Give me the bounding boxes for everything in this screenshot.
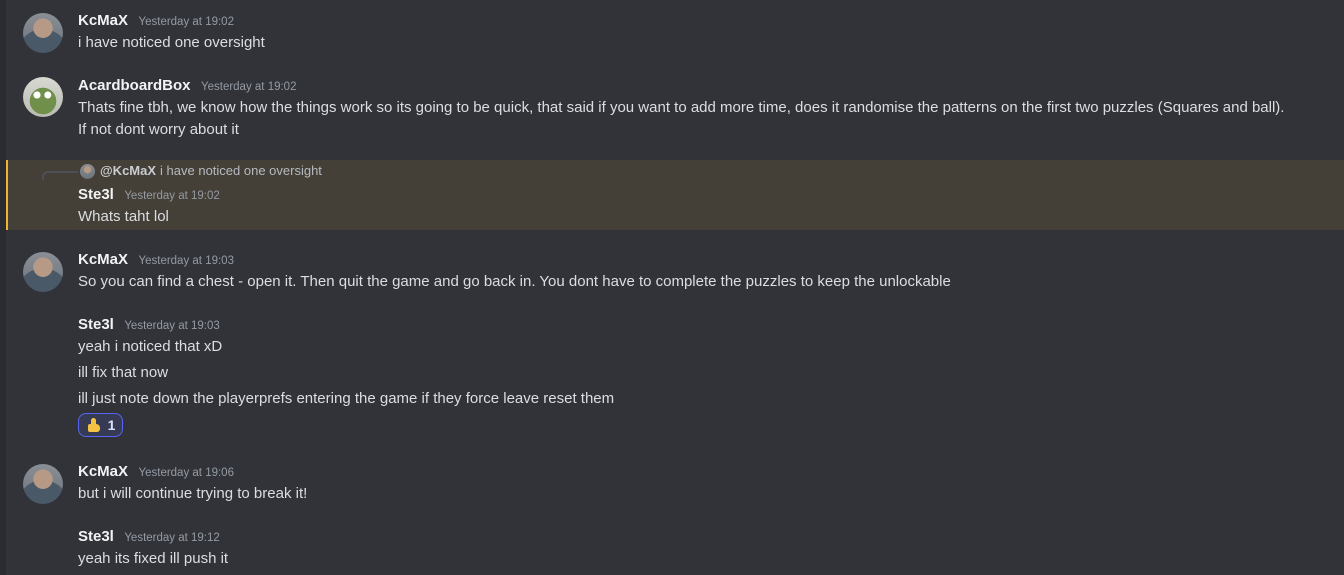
- author-name[interactable]: KcMaX: [78, 12, 128, 29]
- author-name[interactable]: Ste3l: [78, 316, 114, 333]
- left-strip: [0, 0, 6, 575]
- message-text: yeah its fixed ill push it: [78, 550, 229, 567]
- message-header: Ste3l Yesterday at 19:02: [78, 186, 220, 204]
- avatar[interactable]: [23, 464, 63, 504]
- message-header: Ste3l Yesterday at 19:12: [78, 528, 220, 546]
- reply-snippet: i have noticed one oversight: [160, 163, 322, 178]
- avatar[interactable]: [23, 77, 63, 117]
- message-text: Thats fine tbh, we know how the things w…: [78, 99, 1285, 116]
- author-name[interactable]: KcMaX: [78, 251, 128, 268]
- reply-author[interactable]: @KcMaX: [100, 163, 156, 178]
- message-header: Ste3l Yesterday at 19:03: [78, 316, 220, 334]
- timestamp[interactable]: Yesterday at 19:03: [124, 320, 219, 332]
- timestamp[interactable]: Yesterday at 19:12: [124, 532, 219, 544]
- mention-highlight: @KcMaX i have noticed one oversight Ste3l…: [6, 160, 1344, 230]
- author-name[interactable]: Ste3l: [78, 186, 114, 203]
- reaction-count: 1: [107, 417, 116, 433]
- reaction-button[interactable]: 1: [78, 413, 123, 437]
- message-text: If not dont worry about it: [78, 121, 239, 138]
- reply-preview[interactable]: @KcMaX i have noticed one oversight: [100, 163, 322, 178]
- message-text: ill fix that now: [78, 364, 169, 381]
- timestamp[interactable]: Yesterday at 19:02: [138, 16, 233, 28]
- author-name[interactable]: Ste3l: [78, 528, 114, 545]
- message-text: yeah i noticed that xD: [78, 338, 223, 355]
- timestamp[interactable]: Yesterday at 19:03: [138, 255, 233, 267]
- message-header: KcMaX Yesterday at 19:03: [78, 251, 234, 269]
- message-text: Whats taht lol: [78, 208, 169, 225]
- message-text: ill just note down the playerprefs enter…: [78, 390, 615, 407]
- reply-avatar[interactable]: [80, 164, 95, 179]
- avatar[interactable]: [23, 252, 63, 292]
- thumbs-up-icon: [86, 417, 102, 433]
- message-header: AcardboardBox Yesterday at 19:02: [78, 77, 296, 95]
- timestamp[interactable]: Yesterday at 19:06: [138, 467, 233, 479]
- message-text: but i will continue trying to break it!: [78, 485, 308, 502]
- message-header: KcMaX Yesterday at 19:06: [78, 463, 234, 481]
- author-name[interactable]: AcardboardBox: [78, 77, 191, 94]
- message-text: So you can find a chest - open it. Then …: [78, 273, 951, 290]
- timestamp[interactable]: Yesterday at 19:02: [124, 190, 219, 202]
- author-name[interactable]: KcMaX: [78, 463, 128, 480]
- timestamp[interactable]: Yesterday at 19:02: [201, 81, 296, 93]
- reply-spine: [42, 171, 78, 180]
- message-text: i have noticed one oversight: [78, 34, 265, 51]
- message-header: KcMaX Yesterday at 19:02: [78, 12, 234, 30]
- avatar[interactable]: [23, 13, 63, 53]
